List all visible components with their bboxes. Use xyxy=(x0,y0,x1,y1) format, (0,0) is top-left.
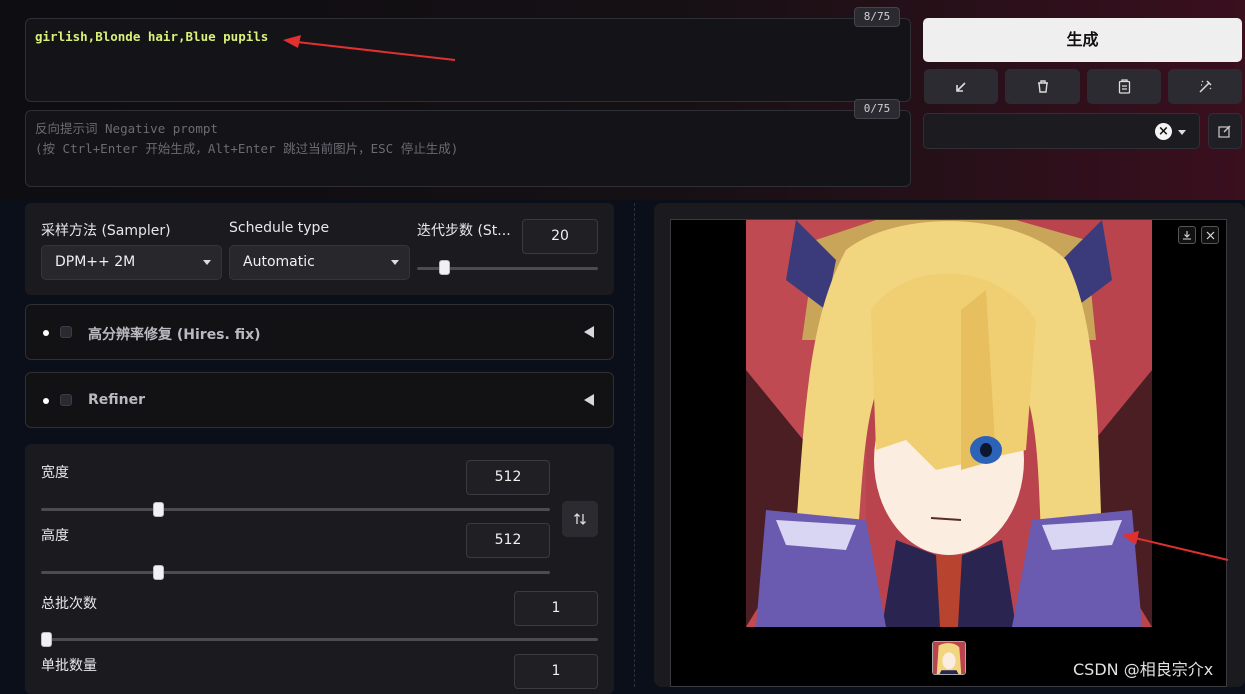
refiner-accordion[interactable]: Refiner xyxy=(25,372,614,428)
clear-prompt-button[interactable] xyxy=(1005,69,1080,104)
schedule-type-dropdown[interactable]: Automatic xyxy=(229,245,410,280)
swap-dimensions-button[interactable] xyxy=(562,501,598,537)
dimensions-panel: 宽度 512 高度 512 总批次数 1 单批数量 1 xyxy=(25,444,614,694)
chevron-down-icon xyxy=(391,260,399,265)
image-viewer xyxy=(670,219,1227,687)
sampler-dropdown[interactable]: DPM++ 2M xyxy=(41,245,222,280)
width-slider-track[interactable] xyxy=(41,508,550,511)
batch-count-slider-track[interactable] xyxy=(41,638,598,641)
clear-icon[interactable]: × xyxy=(1155,123,1172,140)
generate-button[interactable]: 生成 xyxy=(923,18,1242,62)
hires-fix-accordion[interactable]: 高分辨率修复 (Hires. fix) xyxy=(25,304,614,360)
height-slider-thumb[interactable] xyxy=(153,565,164,580)
apply-styles-button[interactable] xyxy=(1087,69,1161,104)
prompt-token-counter: 8/75 xyxy=(854,7,900,27)
chevron-down-icon[interactable] xyxy=(1178,130,1186,135)
image-thumbnail[interactable] xyxy=(932,641,966,675)
swap-icon xyxy=(574,513,586,525)
magic-wand-icon xyxy=(1198,80,1212,93)
generated-image[interactable] xyxy=(746,220,1152,627)
width-slider-thumb[interactable] xyxy=(153,502,164,517)
collapse-triangle-icon[interactable] xyxy=(584,326,594,338)
batch-count-slider-thumb[interactable] xyxy=(41,632,52,647)
watermark: CSDN @相良宗介x xyxy=(1073,660,1214,679)
negative-prompt-placeholder-line1: 反向提示词 Negative prompt xyxy=(35,121,218,136)
edit-icon xyxy=(1218,125,1231,138)
styles-dropdown[interactable]: × xyxy=(923,113,1200,149)
batch-size-label: 单批数量 xyxy=(41,658,97,674)
collapse-triangle-icon[interactable] xyxy=(584,394,594,406)
batch-count-label: 总批次数 xyxy=(41,596,97,612)
extra-networks-button[interactable] xyxy=(1168,69,1242,104)
edit-styles-button[interactable] xyxy=(1208,113,1242,149)
sampler-value: DPM++ 2M xyxy=(55,254,136,270)
height-label: 高度 xyxy=(41,528,69,544)
batch-size-input[interactable]: 1 xyxy=(514,654,598,689)
chevron-down-icon xyxy=(203,260,211,265)
height-slider-track[interactable] xyxy=(41,571,550,574)
output-gallery xyxy=(654,203,1245,687)
sampler-label: 采样方法 (Sampler) xyxy=(41,223,171,239)
schedule-type-label: Schedule type xyxy=(229,220,330,236)
prompt-textarea[interactable]: girlish,Blonde hair,Blue pupils xyxy=(25,18,911,102)
negative-prompt-token-counter: 0/75 xyxy=(854,99,900,119)
steps-slider-thumb[interactable] xyxy=(439,260,450,275)
close-image-button[interactable] xyxy=(1201,226,1219,244)
hires-fix-label: 高分辨率修复 (Hires. fix) xyxy=(88,327,261,343)
read-params-button[interactable] xyxy=(924,69,998,104)
clipboard-icon xyxy=(1118,79,1130,94)
height-input[interactable]: 512 xyxy=(466,523,550,558)
steps-label: 迭代步数 (St... xyxy=(417,223,511,239)
close-icon xyxy=(1206,231,1214,239)
width-label: 宽度 xyxy=(41,465,69,481)
steps-input[interactable]: 20 xyxy=(522,219,598,254)
schedule-type-value: Automatic xyxy=(243,254,315,270)
download-icon xyxy=(1183,231,1191,240)
refiner-checkbox[interactable] xyxy=(60,394,72,406)
width-input[interactable]: 512 xyxy=(466,460,550,495)
sampling-panel: 采样方法 (Sampler) DPM++ 2M Schedule type Au… xyxy=(25,203,614,295)
column-divider xyxy=(634,203,635,687)
negative-prompt-textarea[interactable]: 反向提示词 Negative prompt (按 Ctrl+Enter 开始生成… xyxy=(25,110,911,187)
refiner-label: Refiner xyxy=(88,392,146,408)
indicator-dot xyxy=(43,398,49,404)
download-image-button[interactable] xyxy=(1178,226,1196,244)
batch-count-input[interactable]: 1 xyxy=(514,591,598,626)
arrow-down-left-icon xyxy=(956,81,966,92)
hires-fix-checkbox[interactable] xyxy=(60,326,72,338)
negative-prompt-placeholder-line2: (按 Ctrl+Enter 开始生成，Alt+Enter 跳过当前图片，ESC … xyxy=(35,141,459,156)
trash-icon xyxy=(1037,80,1048,93)
prompt-text: girlish,Blonde hair,Blue pupils xyxy=(35,29,269,44)
indicator-dot xyxy=(43,330,49,336)
